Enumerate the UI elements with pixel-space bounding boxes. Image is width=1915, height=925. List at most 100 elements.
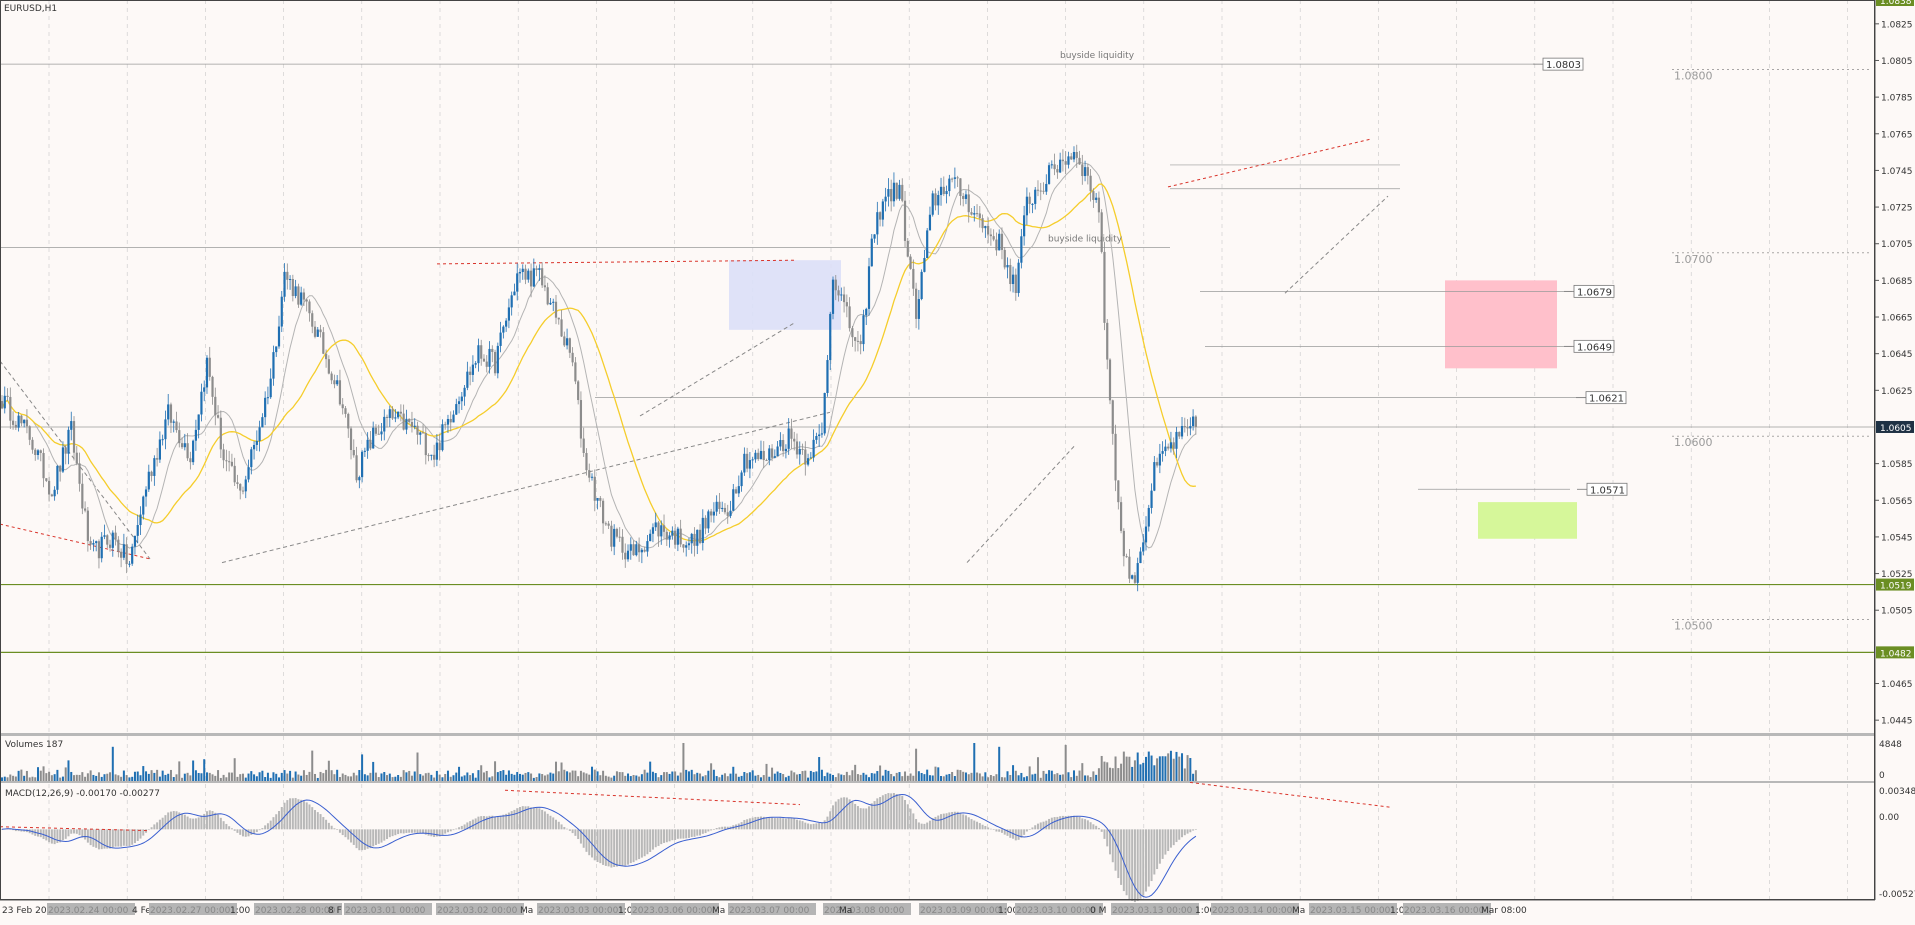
bullish-candle [1047,165,1051,184]
volume-bar [876,771,879,781]
volume-bar [934,766,937,781]
volume-bar [455,772,458,781]
macd-histogram-bar [621,829,624,866]
bearish-candle [1183,426,1186,428]
bearish-candle [1128,556,1131,579]
macd-histogram-bar [1072,815,1075,830]
volume-bar [909,773,912,781]
bullish-candle [1045,183,1048,192]
bullish-candle [366,439,369,451]
bullish-candle [690,533,693,544]
macd-histogram-bar [128,829,131,846]
macd-histogram-bar [748,818,751,830]
macd-histogram-bar [136,829,139,841]
volume-bar [111,746,114,781]
price-tick-label: 1.0725 [1881,204,1913,214]
bullish-candle [549,302,552,305]
bullish-candle [244,479,247,492]
volume-bar [779,772,782,781]
bullish-candle [773,456,776,458]
bearish-candle [734,489,738,494]
trading-chart[interactable]: buyside liquidity buyside liquidity 1.080… [0,0,1915,925]
bearish-candle [912,268,915,289]
volume-bar [150,770,153,781]
macd-histogram-bar [175,811,178,830]
volume-bar [136,771,139,781]
bearish-candle [338,380,342,405]
volume-bar [200,773,203,781]
bullish-candle [649,533,652,542]
volume-bar [438,774,441,781]
volume-bar [510,773,513,781]
volume-bar [294,771,297,781]
macd-histogram-bar [150,827,153,830]
macd-histogram-bar [768,817,771,830]
volume-bar [923,774,926,781]
volume-bar [593,769,596,781]
volume-bar [701,776,704,781]
price-tick-label: 1.0785 [1881,94,1913,104]
time-axis-label: 2023.03.03 00:00 [538,906,619,916]
macd-histogram-bar [374,829,377,845]
bullish-candle [131,546,134,564]
macd-histogram-bar [674,829,677,841]
price-tick-label: 1.0765 [1881,130,1913,140]
demand-zone [1478,502,1577,539]
bearish-candle [47,480,51,495]
macd-histogram-bar [854,803,857,830]
macd-histogram-bar [383,829,386,841]
bearish-candle [662,525,666,532]
macd-histogram-bar [942,813,945,830]
bearish-candle [704,517,707,529]
volume-bar [632,774,635,781]
bullish-candle [133,535,137,547]
volume-bar [588,774,591,781]
macd-histogram-bar [73,829,76,834]
volume-bar [1156,758,1159,781]
bullish-candle [964,194,968,199]
macd-histogram-bar [236,829,239,833]
volume-bar [1017,775,1020,781]
macd-histogram-bar [898,794,901,830]
bullish-candle [53,489,56,497]
volume-bar [1097,768,1100,781]
macd-histogram-bar [840,797,843,830]
volume-bar [330,770,333,781]
volume-bar [732,766,735,781]
bearish-candle [632,544,635,556]
bearish-candle [78,463,81,484]
volume-bar [247,773,250,781]
macd-histogram-bar [275,814,278,830]
macd-histogram-bar [463,824,466,830]
volume-bar [95,775,98,781]
macd-histogram-bar [1103,829,1106,839]
bullish-candle [100,536,103,559]
macd-histogram-bar [302,801,305,830]
macd-histogram-bar [1075,816,1078,830]
bullish-candle [203,387,206,392]
volume-bar [793,772,796,781]
macd-histogram-bar [1161,829,1164,859]
volume-bar [1181,753,1184,781]
bearish-candle [723,507,727,513]
volume-bar [751,770,754,781]
volume-bar [1106,762,1109,781]
bullish-candle [1169,442,1173,449]
bearish-candle [286,271,289,280]
bearish-candle [427,455,430,457]
bearish-candle [842,294,846,303]
bearish-candle [837,290,840,296]
volume-bar [1169,750,1172,781]
bullish-candle [715,501,718,512]
volume-bar [42,766,45,781]
macd-histogram-bar [699,829,702,836]
macd-histogram-bar [186,816,189,830]
macd-histogram-bar [984,825,987,830]
macd-histogram-bar [538,808,541,830]
volume-bar [928,775,931,781]
bullish-candle [748,460,751,469]
bullish-candle [441,424,444,451]
time-axis-label: 2023.02.27 00:00 [150,906,231,916]
bearish-candle [765,460,768,462]
bullish-candle [474,363,477,365]
